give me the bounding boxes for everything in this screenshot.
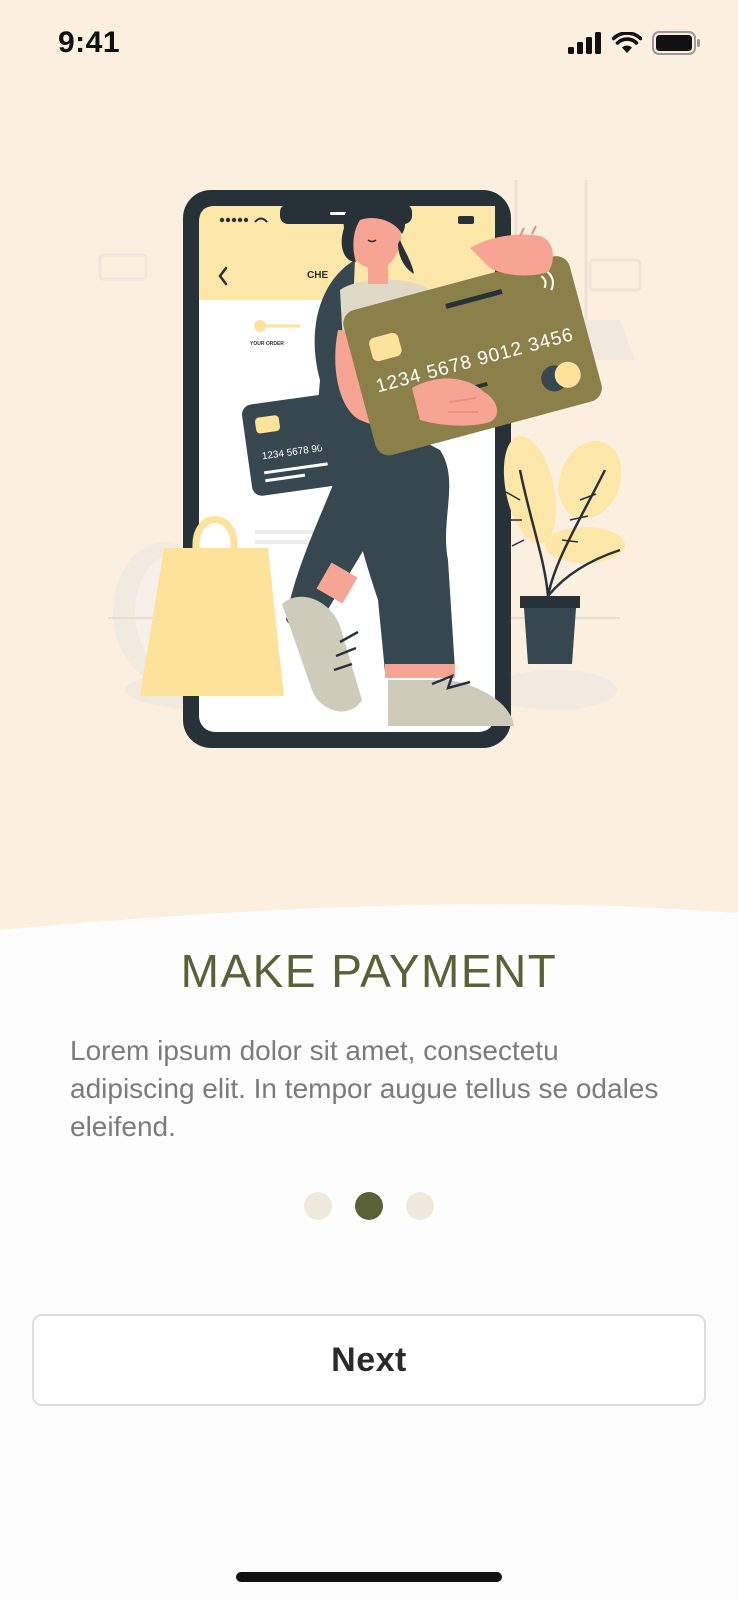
page-dot-2-active[interactable] xyxy=(355,1192,383,1220)
page-indicator xyxy=(0,1192,738,1220)
wifi-icon xyxy=(612,32,642,53)
page-dot-3[interactable] xyxy=(406,1192,434,1220)
battery-icon xyxy=(652,31,700,55)
status-bar: 9:41 xyxy=(0,0,738,90)
next-button[interactable]: Next xyxy=(32,1314,706,1406)
page-title: MAKE PAYMENT xyxy=(180,945,558,997)
phone-step-label: YOUR ORDER xyxy=(250,341,284,347)
status-icons xyxy=(568,30,700,56)
onboarding-description: Lorem ipsum dolor sit amet, consectetu a… xyxy=(70,1035,659,1142)
phone-checkout-label: CHE xyxy=(307,270,328,281)
signal-icon xyxy=(568,32,601,54)
page-dot-1[interactable] xyxy=(304,1192,332,1220)
status-time: 9:41 xyxy=(58,26,121,59)
home-indicator[interactable] xyxy=(236,1572,502,1582)
hero-illustration: CHE YOUR ORDER 1234 5678 90 1234 5678 90… xyxy=(0,0,738,930)
